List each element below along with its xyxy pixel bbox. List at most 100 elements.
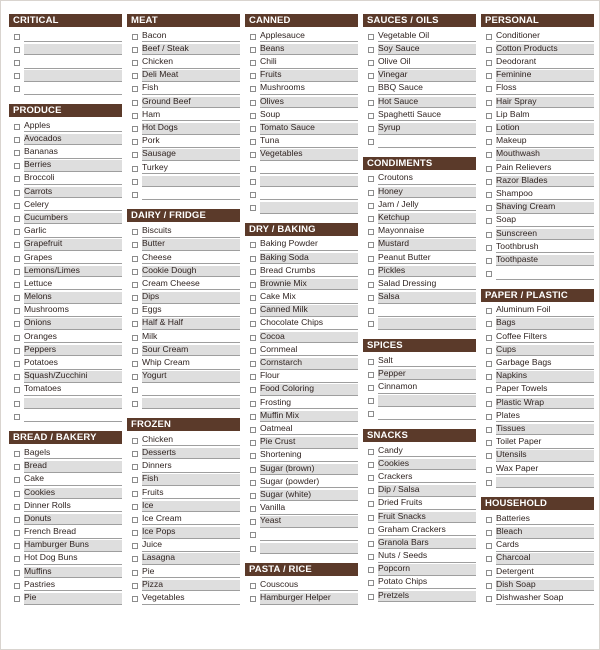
checkbox-icon[interactable] xyxy=(368,268,374,275)
checkbox-icon[interactable] xyxy=(132,347,138,354)
checkbox-icon[interactable] xyxy=(14,33,20,40)
list-item[interactable]: Garlic xyxy=(9,224,122,238)
checkbox-icon[interactable] xyxy=(132,596,138,602)
checkbox-icon[interactable] xyxy=(486,466,492,473)
checkbox-icon[interactable] xyxy=(132,86,138,93)
checkbox-icon[interactable] xyxy=(368,46,374,53)
checkbox-icon[interactable] xyxy=(250,479,256,486)
checkbox-icon[interactable] xyxy=(132,361,138,367)
checkbox-icon[interactable] xyxy=(132,112,138,119)
checkbox-icon[interactable] xyxy=(250,295,256,302)
list-item[interactable]: Beans xyxy=(245,42,358,56)
list-item[interactable]: Cream Cheese xyxy=(127,277,240,291)
list-item[interactable]: Tissues xyxy=(481,422,594,436)
blank-list-item[interactable] xyxy=(127,396,240,410)
checkbox-icon[interactable] xyxy=(486,400,492,407)
checkbox-icon[interactable] xyxy=(368,554,374,561)
checkbox-icon[interactable] xyxy=(14,73,20,80)
list-item[interactable]: Couscous xyxy=(245,578,358,592)
blank-list-item[interactable] xyxy=(363,317,476,330)
checkbox-icon[interactable] xyxy=(132,464,138,471)
list-item[interactable]: Shampoo xyxy=(481,187,594,201)
checkbox-icon[interactable] xyxy=(250,334,256,341)
list-item[interactable]: Charcoal xyxy=(481,552,594,565)
checkbox-icon[interactable] xyxy=(132,516,138,523)
checkbox-icon[interactable] xyxy=(368,461,374,468)
list-item[interactable]: Butter xyxy=(127,238,240,251)
checkbox-icon[interactable] xyxy=(250,281,256,288)
checkbox-icon[interactable] xyxy=(250,321,256,328)
checkbox-icon[interactable] xyxy=(250,86,256,93)
list-item[interactable]: Aluminum Foil xyxy=(481,304,594,317)
checkbox-icon[interactable] xyxy=(486,453,492,460)
checkbox-icon[interactable] xyxy=(132,334,138,341)
checkbox-icon[interactable] xyxy=(132,99,138,106)
checkbox-icon[interactable] xyxy=(132,400,138,407)
blank-list-item[interactable] xyxy=(9,409,122,423)
checkbox-icon[interactable] xyxy=(250,242,256,249)
list-item[interactable]: Juice xyxy=(127,539,240,552)
checkbox-icon[interactable] xyxy=(132,139,138,146)
list-item[interactable]: Toilet Paper xyxy=(481,435,594,449)
list-item[interactable]: Popcorn xyxy=(363,563,476,576)
list-item[interactable]: Salt xyxy=(363,354,476,368)
list-item[interactable]: Fruit Snacks xyxy=(363,510,476,523)
checkbox-icon[interactable] xyxy=(486,86,492,93)
checkbox-icon[interactable] xyxy=(368,321,374,328)
list-item[interactable]: Cookies xyxy=(9,486,122,499)
list-item[interactable]: Cucumbers xyxy=(9,211,122,225)
list-item[interactable]: Razor Blades xyxy=(481,174,594,188)
list-item[interactable]: Makeup xyxy=(481,135,594,148)
checkbox-icon[interactable] xyxy=(250,268,256,275)
list-item[interactable]: Baking Soda xyxy=(245,251,358,264)
list-item[interactable]: Sausage xyxy=(127,148,240,161)
checkbox-icon[interactable] xyxy=(486,479,492,486)
list-item[interactable]: Bleach xyxy=(481,525,594,539)
checkbox-icon[interactable] xyxy=(250,191,256,198)
list-item[interactable]: Pepper xyxy=(363,367,476,381)
checkbox-icon[interactable] xyxy=(14,321,20,328)
checkbox-icon[interactable] xyxy=(250,440,256,447)
list-item[interactable]: Avocados xyxy=(9,132,122,146)
list-item[interactable]: Jam / Jelly xyxy=(363,198,476,212)
list-item[interactable]: Soap xyxy=(481,214,594,227)
checkbox-icon[interactable] xyxy=(132,556,138,563)
list-item[interactable]: Pretzels xyxy=(363,589,476,603)
checkbox-icon[interactable] xyxy=(132,178,138,185)
checkbox-icon[interactable] xyxy=(14,334,20,341)
blank-list-item[interactable] xyxy=(245,528,358,541)
checkbox-icon[interactable] xyxy=(368,139,374,146)
checkbox-icon[interactable] xyxy=(486,191,492,198)
list-item[interactable]: Pain Relievers xyxy=(481,161,594,175)
checkbox-icon[interactable] xyxy=(368,202,374,209)
list-item[interactable]: Pastries xyxy=(9,578,122,592)
checkbox-icon[interactable] xyxy=(250,139,256,146)
checkbox-icon[interactable] xyxy=(368,580,374,587)
blank-list-item[interactable] xyxy=(363,394,476,407)
list-item[interactable]: Vanilla xyxy=(245,501,358,515)
checkbox-icon[interactable] xyxy=(132,321,138,328)
checkbox-icon[interactable] xyxy=(132,46,138,53)
list-item[interactable]: Donuts xyxy=(9,512,122,526)
list-item[interactable]: Squash/Zucchini xyxy=(9,370,122,383)
checkbox-icon[interactable] xyxy=(368,86,374,93)
checkbox-icon[interactable] xyxy=(368,73,374,80)
list-item[interactable]: Mayonnaise xyxy=(363,224,476,238)
list-item[interactable]: BBQ Sauce xyxy=(363,82,476,95)
list-item[interactable]: Chicken xyxy=(127,55,240,69)
list-item[interactable]: Cake xyxy=(9,473,122,486)
blank-list-item[interactable] xyxy=(9,396,122,410)
checkbox-icon[interactable] xyxy=(14,150,20,156)
list-item[interactable]: Cinnamon xyxy=(363,380,476,394)
list-item[interactable]: Apples xyxy=(9,119,122,133)
checkbox-icon[interactable] xyxy=(14,582,20,589)
blank-list-item[interactable] xyxy=(9,55,122,69)
checkbox-icon[interactable] xyxy=(132,126,138,132)
checkbox-icon[interactable] xyxy=(486,582,492,589)
list-item[interactable]: Toothpaste xyxy=(481,253,594,267)
list-item[interactable]: Dinners xyxy=(127,459,240,473)
checkbox-icon[interactable] xyxy=(368,474,374,481)
blank-list-item[interactable] xyxy=(127,174,240,188)
checkbox-icon[interactable] xyxy=(14,516,20,523)
list-item[interactable]: Chocolate Chips xyxy=(245,317,358,330)
